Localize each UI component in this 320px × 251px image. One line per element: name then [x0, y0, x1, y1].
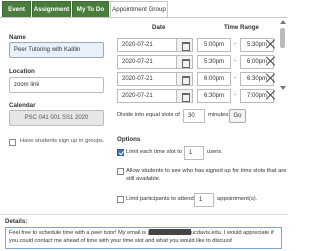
- options-header: Options: [117, 136, 141, 143]
- calendar-field[interactable]: PSC 041 001 SS1 2020: [9, 110, 104, 126]
- location-field[interactable]: zoom link: [9, 77, 104, 93]
- calendar-icon[interactable]: [176, 73, 192, 85]
- slot-start-input[interactable]: 5:30pm: [197, 55, 231, 69]
- limit-slot-input[interactable]: 1: [184, 146, 204, 160]
- slot-date-input[interactable]: 2020-07-21: [117, 72, 193, 86]
- slot-date: 2020-07-21: [122, 42, 153, 48]
- tab-my-to-do[interactable]: My To Do: [72, 1, 109, 17]
- name-label: Name: [9, 34, 26, 41]
- limit-slot-checkbox[interactable]: [117, 149, 124, 156]
- details-textarea[interactable]: Feel free to schedule time with a peer t…: [5, 227, 282, 249]
- details-text: Feel free to schedule time with a peer t…: [9, 230, 149, 236]
- slot-date: 2020-07-21: [122, 59, 153, 65]
- close-icon[interactable]: [266, 39, 276, 49]
- date-header: Date: [152, 24, 166, 31]
- range-dash: -: [234, 58, 236, 64]
- range-dash: -: [234, 92, 236, 98]
- close-icon[interactable]: [266, 90, 276, 100]
- allow-see-label-cont: still available.: [126, 176, 161, 182]
- slots-scrollbar[interactable]: [279, 20, 286, 90]
- slot-date-input[interactable]: 2020-07-21: [117, 55, 193, 69]
- tab-event[interactable]: Event: [2, 1, 31, 17]
- allow-see-checkbox[interactable]: [117, 168, 124, 175]
- minutes-label: minutes.: [208, 112, 230, 118]
- limit-attend-input[interactable]: 1: [194, 193, 214, 207]
- slot-start-input[interactable]: 6:00pm: [197, 72, 231, 86]
- divide-label: Divide into equal slots of: [117, 112, 180, 118]
- slot-date: 2020-07-21: [122, 93, 153, 99]
- slot-start-input[interactable]: 5:00pm: [197, 38, 231, 52]
- go-button[interactable]: Go: [229, 109, 246, 123]
- scroll-down-icon[interactable]: [280, 86, 286, 90]
- section-divider: [0, 214, 287, 215]
- calendar-icon[interactable]: [176, 56, 192, 68]
- details-label: Details:: [5, 218, 28, 225]
- slot-date-input[interactable]: 2020-07-21: [117, 38, 193, 52]
- tab-divider: [0, 17, 287, 18]
- slot-date-input[interactable]: 2020-07-21: [117, 89, 193, 103]
- calendar-label: Calendar: [9, 102, 36, 109]
- scroll-up-icon[interactable]: [280, 20, 286, 24]
- slot-date: 2020-07-21: [122, 76, 153, 82]
- allow-see-label: Allow students to see who has signed up …: [126, 168, 287, 174]
- redacted-email: [148, 229, 191, 235]
- range-dash: -: [234, 41, 236, 47]
- groups-checkbox[interactable]: [9, 139, 16, 146]
- calendar-icon[interactable]: [176, 39, 192, 51]
- limit-attend-checkbox[interactable]: [117, 196, 124, 203]
- time-range-header: Time Range: [224, 24, 259, 31]
- name-field[interactable]: Peer Tutoring with Kaitlin: [9, 42, 104, 58]
- tab-appointment-group[interactable]: Appointment Group: [110, 1, 168, 18]
- divide-minutes-input[interactable]: 30: [183, 109, 205, 123]
- limit-attend-suffix: appointment(s).: [217, 196, 258, 202]
- close-icon[interactable]: [266, 56, 276, 66]
- groups-checkbox-label: Have students sign up in groups.: [20, 138, 105, 144]
- close-icon[interactable]: [266, 73, 276, 83]
- slot-start-input[interactable]: 6:30pm: [197, 89, 231, 103]
- limit-slot-suffix: users.: [207, 149, 223, 155]
- tab-bar: Event Assignment My To Do Appointment Gr…: [0, 0, 287, 18]
- scroll-thumb[interactable]: [280, 28, 285, 48]
- limit-attend-label: Limit participants to attend: [126, 196, 194, 202]
- location-label: Location: [9, 68, 35, 75]
- range-dash: -: [234, 75, 236, 81]
- calendar-icon[interactable]: [176, 90, 192, 102]
- tab-assignment[interactable]: Assignment: [32, 1, 71, 17]
- limit-slot-label: Limit each time slot to: [126, 149, 183, 155]
